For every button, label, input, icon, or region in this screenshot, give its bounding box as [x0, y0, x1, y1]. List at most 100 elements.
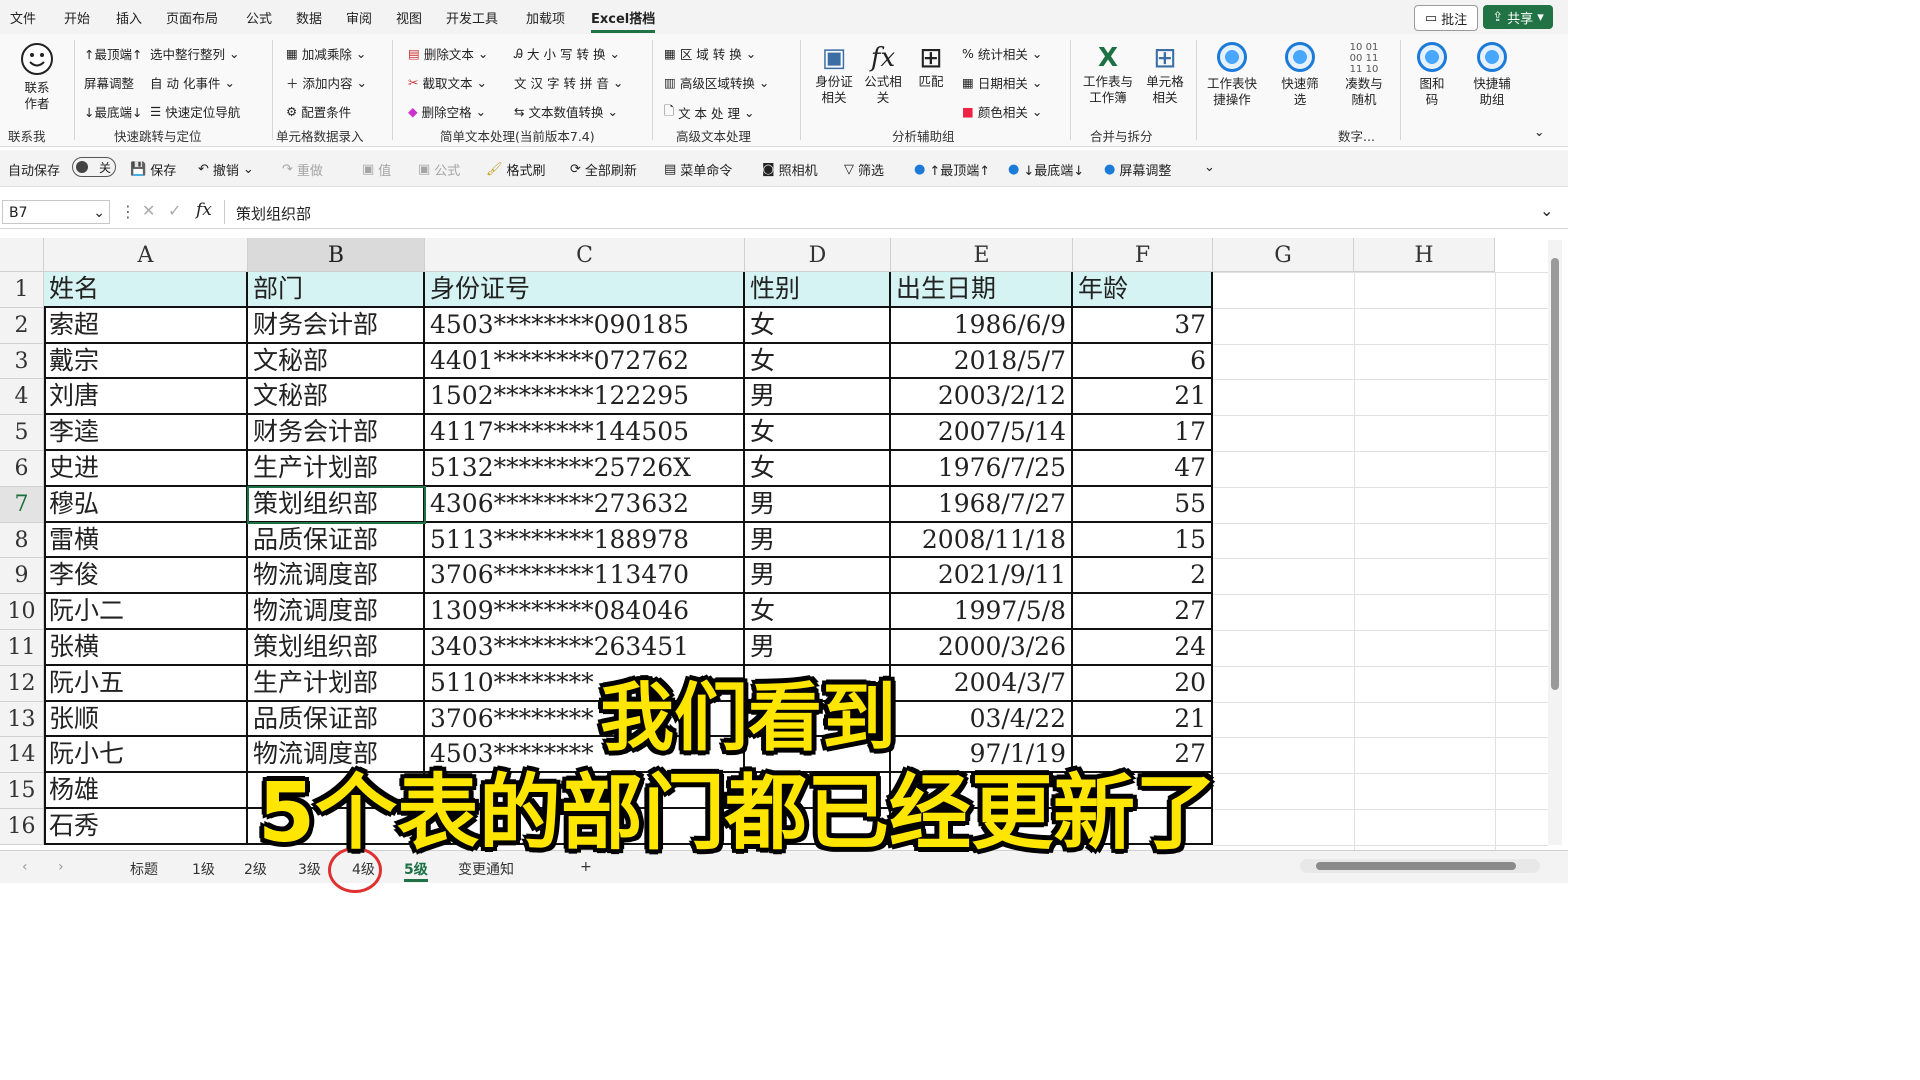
cell-age[interactable]: 21	[1073, 379, 1213, 416]
cell-department[interactable]: 文秘部	[248, 379, 425, 416]
cell-age[interactable]: 20	[1073, 665, 1213, 702]
cell-gender[interactable]: 女	[745, 343, 891, 380]
header-cell-name[interactable]: 姓名	[44, 272, 248, 308]
save-button[interactable]: 💾 保存	[130, 160, 176, 179]
quick-filter-button[interactable]: 快速筛选	[1272, 42, 1328, 108]
share-button[interactable]: ⇪ 共享 ▾	[1483, 5, 1553, 29]
row-header-13[interactable]: 13	[0, 701, 44, 738]
header-cell-gender[interactable]: 性别	[745, 272, 891, 308]
cell-name[interactable]: 李逵	[44, 415, 248, 451]
delete-text-button[interactable]: ▤ 删除文本 ⌄	[408, 44, 488, 63]
pinyin-button[interactable]: 文汉 字 转 拼 音 ⌄	[514, 73, 623, 92]
cell-id-number[interactable]: 5132********25726X	[425, 451, 745, 487]
customize-qat-button[interactable]: ⌄	[1204, 160, 1215, 175]
row-header-1[interactable]: 1	[0, 272, 44, 308]
cell-id-number[interactable]: 1502********122295	[425, 379, 745, 416]
cell-gender[interactable]: 女	[745, 594, 891, 630]
row-header-15[interactable]: 15	[0, 773, 44, 809]
cell-gender[interactable]: 男	[745, 558, 891, 595]
cell-department[interactable]: 物流调度部	[248, 594, 425, 630]
cell-id-number[interactable]: 4503********090185	[425, 307, 745, 344]
tab-change-notice[interactable]: 变更通知	[458, 859, 514, 879]
insert-function-icon[interactable]: fx	[196, 200, 212, 220]
menu-addins[interactable]: 加载项	[526, 8, 565, 27]
screen-adjust-button[interactable]: 屏幕调整	[84, 73, 134, 92]
cell-name[interactable]: 阮小五	[44, 665, 248, 702]
cell-birth-date[interactable]: 2007/5/14	[891, 415, 1073, 451]
match-button[interactable]: ⊞ 匹配	[908, 42, 954, 90]
menu-file[interactable]: 文件	[10, 8, 36, 27]
tab-next-icon[interactable]: ›	[58, 859, 64, 875]
header-cell-birth-date[interactable]: 出生日期	[891, 272, 1073, 308]
autosave-toggle[interactable]: 关	[72, 157, 116, 177]
add-content-button[interactable]: ＋添加内容 ⌄	[286, 73, 367, 92]
cell-name[interactable]: 穆弘	[44, 486, 248, 523]
config-condition-button[interactable]: ⚙ 配置条件	[286, 102, 351, 121]
quick-locate-button[interactable]: ☰ 快速定位导航	[150, 102, 240, 121]
cell-age[interactable]: 17	[1073, 415, 1213, 451]
row-header-2[interactable]: 2	[0, 307, 44, 344]
vertical-scroll-thumb[interactable]	[1551, 258, 1559, 690]
cell-birth-date[interactable]: 1976/7/25	[891, 451, 1073, 487]
cell-name[interactable]: 李俊	[44, 558, 248, 595]
cell-gender[interactable]: 男	[745, 522, 891, 559]
menu-data[interactable]: 数据	[296, 8, 322, 27]
row-header-16[interactable]: 16	[0, 809, 44, 845]
cell-department[interactable]: 品质保证部	[248, 522, 425, 559]
tab-title[interactable]: 标题	[130, 859, 158, 879]
cancel-icon[interactable]: ✕	[142, 201, 155, 220]
menu-command-button[interactable]: ▤ 菜单命令	[664, 160, 732, 179]
cell-birth-date[interactable]: 1997/5/8	[891, 594, 1073, 630]
tab-prev-icon[interactable]: ‹	[22, 859, 28, 875]
cell-id-number[interactable]: 4117********144505	[425, 415, 745, 451]
cell-name[interactable]: 张顺	[44, 701, 248, 738]
tab-level-3[interactable]: 3级	[298, 859, 321, 879]
column-header-b[interactable]: B	[248, 238, 425, 272]
column-header-d[interactable]: D	[745, 238, 891, 272]
menu-insert[interactable]: 插入	[116, 8, 142, 27]
cell-birth-date[interactable]: 1986/6/9	[891, 307, 1073, 344]
cell-id-number[interactable]: 5113********188978	[425, 522, 745, 559]
color-button[interactable]: ■ 颜色相关 ⌄	[962, 102, 1042, 121]
cell-age[interactable]: 37	[1073, 307, 1213, 344]
cell-name[interactable]: 史进	[44, 451, 248, 487]
cell-id-number[interactable]: 4401********072762	[425, 343, 745, 380]
qat-screen-button[interactable]: ● 屏幕调整	[1104, 160, 1171, 179]
cell-birth-date[interactable]: 2008/11/18	[891, 522, 1073, 559]
random-button[interactable]: 10 01 00 11 11 10 凑数与随机	[1334, 42, 1394, 108]
cell-name[interactable]: 石秀	[44, 809, 248, 845]
cell-department[interactable]: 财务会计部	[248, 415, 425, 451]
menu-formulas[interactable]: 公式	[246, 8, 272, 27]
cell-id-number[interactable]: 3706********113470	[425, 558, 745, 595]
select-all-corner[interactable]	[0, 238, 44, 272]
cell-age[interactable]: 27	[1073, 594, 1213, 630]
automation-event-button[interactable]: 自 动 化事件 ⌄	[150, 73, 235, 92]
column-header-g[interactable]: G	[1213, 238, 1354, 272]
cell-birth-date[interactable]: 2021/9/11	[891, 558, 1073, 595]
cell-name[interactable]: 戴宗	[44, 343, 248, 380]
undo-button[interactable]: ↶ 撤销 ⌄	[198, 160, 254, 179]
formula-content[interactable]: 策划组织部	[236, 203, 311, 224]
id-card-button[interactable]: ▣ 身份证相关	[808, 42, 860, 106]
tab-level-1[interactable]: 1级	[192, 859, 215, 879]
cell-department[interactable]: 品质保证部	[248, 701, 425, 738]
column-header-a[interactable]: A	[44, 238, 248, 272]
delete-space-button[interactable]: ◆ 删除空格 ⌄	[408, 102, 486, 121]
qat-bottom-button[interactable]: ● ↓最底端↓	[1008, 160, 1084, 179]
cell-department[interactable]: 财务会计部	[248, 307, 425, 344]
tab-level-5[interactable]: 5级	[404, 859, 428, 882]
chevron-down-icon[interactable]: ⌄	[1540, 201, 1553, 220]
cell-name[interactable]: 雷横	[44, 522, 248, 559]
row-header-10[interactable]: 10	[0, 594, 44, 630]
redo-button[interactable]: ↷ 重做	[282, 160, 323, 179]
chart-code-button[interactable]: 图和码	[1406, 42, 1458, 108]
cell-name[interactable]: 阮小二	[44, 594, 248, 630]
select-row-col-button[interactable]: 选中整行整列 ⌄	[150, 44, 240, 63]
cell-age[interactable]: 47	[1073, 451, 1213, 487]
cell-gender[interactable]: 男	[745, 630, 891, 666]
row-header-3[interactable]: 3	[0, 343, 44, 380]
menu-developer[interactable]: 开发工具	[446, 8, 498, 27]
header-cell-department[interactable]: 部门	[248, 272, 425, 308]
column-header-f[interactable]: F	[1073, 238, 1213, 272]
cell-gender[interactable]: 男	[745, 486, 891, 523]
